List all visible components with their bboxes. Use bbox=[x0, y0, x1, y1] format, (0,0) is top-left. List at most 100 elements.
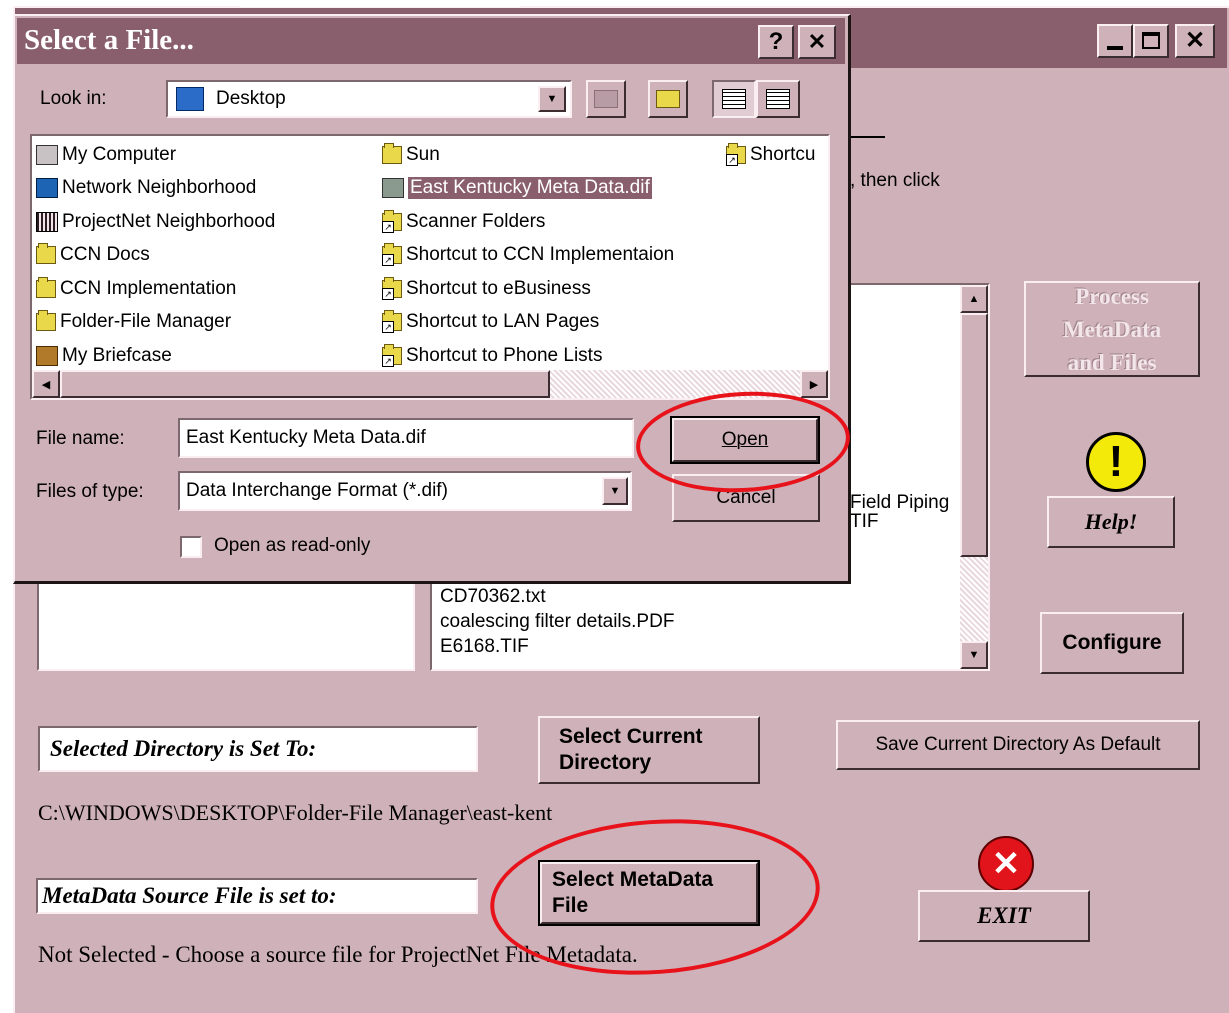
scroll-down-button[interactable]: ▼ bbox=[960, 641, 988, 669]
question-icon: ? bbox=[768, 28, 784, 55]
files-of-type-label: Files of type: bbox=[36, 481, 144, 502]
current-directory-path: C:\WINDOWS\DESKTOP\Folder-File Manager\e… bbox=[38, 800, 553, 825]
projectnet-icon bbox=[36, 212, 58, 232]
new-folder-button[interactable] bbox=[648, 80, 688, 118]
file-item-label: Scanner Folders bbox=[406, 211, 546, 232]
list-item[interactable]: E6168.TIF bbox=[440, 634, 674, 659]
horizontal-scrollbar[interactable]: ◀ ▶ bbox=[32, 370, 828, 398]
read-only-label: Open as read-only bbox=[214, 535, 371, 556]
configure-button-label: Configure bbox=[1062, 631, 1162, 654]
dialog-help-button[interactable]: ? bbox=[758, 25, 794, 59]
folder-shortcut-icon bbox=[726, 143, 746, 166]
main-close-button[interactable]: ✕ bbox=[1175, 24, 1215, 58]
save-default-directory-label: Save Current Directory As Default bbox=[875, 734, 1161, 755]
file-item-label: Shortcut to CCN Implementaion bbox=[406, 244, 675, 265]
up-one-level-button[interactable] bbox=[586, 80, 626, 118]
close-icon: ✕ bbox=[1184, 27, 1206, 54]
folder-shortcut-icon bbox=[382, 277, 402, 300]
folder-icon bbox=[36, 243, 56, 264]
look-in-dropdown[interactable]: Desktop ▼ bbox=[166, 80, 572, 118]
file-item-label: My Computer bbox=[62, 144, 177, 165]
file-item-label: Shortcut to Phone Lists bbox=[406, 345, 603, 366]
file-item-label: My Briefcase bbox=[62, 345, 172, 366]
arrow-up-icon: ▲ bbox=[968, 293, 980, 305]
list-scrollbar[interactable]: ▲ ▼ bbox=[960, 285, 988, 669]
scroll-left-button[interactable]: ◀ bbox=[32, 370, 60, 398]
list-items-bottom: CD70362.txt coalescing filter details.PD… bbox=[440, 584, 674, 659]
select-current-directory-button[interactable]: Select Current Directory bbox=[538, 716, 760, 784]
help-button-label: Help! bbox=[1084, 509, 1138, 534]
configure-button[interactable]: Configure bbox=[1040, 612, 1184, 674]
dialog-close-button[interactable]: ✕ bbox=[798, 25, 836, 59]
maximize-button[interactable] bbox=[1133, 24, 1169, 58]
process-button-label: Process MetaData and Files bbox=[1062, 283, 1162, 375]
scroll-thumb[interactable] bbox=[960, 313, 988, 557]
computer-icon bbox=[36, 145, 58, 165]
arrow-left-icon: ◀ bbox=[41, 378, 51, 391]
file-item[interactable]: Network Neighborhood bbox=[36, 173, 256, 203]
list-item[interactable]: CD70362.txt bbox=[440, 584, 674, 609]
dif-file-icon bbox=[382, 178, 404, 198]
arrow-down-icon: ▼ bbox=[968, 649, 980, 661]
help-button[interactable]: Help! bbox=[1047, 496, 1175, 548]
horizontal-scroll-thumb[interactable] bbox=[60, 370, 550, 398]
details-view-icon bbox=[766, 89, 790, 109]
help-warning-icon: ! bbox=[1086, 432, 1146, 492]
file-item[interactable]: Shortcut to Phone Lists bbox=[382, 341, 602, 371]
file-item-label: ProjectNet Neighborhood bbox=[62, 211, 276, 232]
save-default-directory-button[interactable]: Save Current Directory As Default bbox=[836, 720, 1200, 770]
desktop-strip bbox=[240, 0, 520, 7]
minimize-icon bbox=[1107, 46, 1123, 50]
dialog-file-list[interactable]: My Computer Network Neighborhood Project… bbox=[30, 134, 830, 400]
file-item[interactable]: My Computer bbox=[36, 140, 176, 170]
list-view-button[interactable] bbox=[712, 80, 756, 118]
list-item[interactable]: coalescing filter details.PDF bbox=[440, 609, 674, 634]
minimize-button[interactable] bbox=[1097, 24, 1133, 58]
look-in-label: Look in: bbox=[40, 88, 107, 109]
details-view-button[interactable] bbox=[756, 80, 800, 118]
new-folder-icon bbox=[656, 90, 680, 108]
folder-shortcut-icon bbox=[382, 210, 402, 233]
directory-tree-box[interactable] bbox=[37, 570, 415, 671]
file-item-label: Shortcut to LAN Pages bbox=[406, 311, 600, 332]
file-item[interactable]: Folder-File Manager bbox=[36, 307, 231, 337]
files-of-type-value: Data Interchange Format (*.dif) bbox=[186, 480, 448, 501]
file-item[interactable]: Scanner Folders bbox=[382, 207, 545, 237]
maximize-icon bbox=[1142, 32, 1160, 49]
process-metadata-button[interactable]: Process MetaData and Files bbox=[1024, 281, 1200, 377]
look-in-dropdown-button[interactable]: ▼ bbox=[538, 86, 566, 112]
separator-line bbox=[845, 136, 885, 138]
arrow-right-icon: ▶ bbox=[809, 378, 819, 391]
file-item[interactable]: Shortcut to eBusiness bbox=[382, 274, 591, 304]
folder-icon bbox=[36, 277, 56, 298]
file-item-selected[interactable]: East Kentucky Meta Data.dif bbox=[382, 173, 652, 203]
desktop-icon bbox=[176, 87, 204, 111]
file-item[interactable]: Shortcu bbox=[726, 140, 815, 170]
list-items-behind: Field Piping TIF bbox=[850, 490, 949, 534]
file-item[interactable]: Shortcut to CCN Implementaion bbox=[382, 240, 674, 270]
metadata-source-text: MetaData Source File is set to: bbox=[42, 883, 337, 908]
file-item[interactable]: Shortcut to LAN Pages bbox=[382, 307, 599, 337]
exit-button[interactable]: EXIT bbox=[918, 890, 1090, 942]
file-name-value: East Kentucky Meta Data.dif bbox=[186, 427, 426, 448]
file-item[interactable]: CCN Docs bbox=[36, 240, 150, 270]
scroll-right-button[interactable]: ▶ bbox=[800, 370, 828, 398]
files-of-type-dropdown[interactable]: Data Interchange Format (*.dif) ▼ bbox=[178, 471, 632, 511]
folder-shortcut-icon bbox=[382, 310, 402, 333]
file-item[interactable]: CCN Implementation bbox=[36, 274, 236, 304]
file-item[interactable]: My Briefcase bbox=[36, 341, 172, 371]
dialog-title: Select a File... bbox=[24, 24, 194, 56]
file-name-input[interactable]: East Kentucky Meta Data.dif bbox=[178, 418, 634, 458]
file-item[interactable]: Sun bbox=[382, 140, 440, 170]
exit-error-icon: ✕ bbox=[978, 836, 1034, 892]
file-item-label: CCN Implementation bbox=[60, 278, 237, 299]
scroll-up-button[interactable]: ▲ bbox=[960, 285, 988, 313]
instruction-fragment: , then click bbox=[850, 170, 940, 191]
file-item-label: Sun bbox=[406, 144, 440, 165]
file-item[interactable]: ProjectNet Neighborhood bbox=[36, 207, 275, 237]
file-item-label: Shortcut to eBusiness bbox=[406, 278, 591, 299]
file-name-label: File name: bbox=[36, 428, 125, 449]
read-only-checkbox[interactable] bbox=[180, 536, 202, 558]
files-of-type-dropdown-button[interactable]: ▼ bbox=[602, 477, 628, 505]
briefcase-icon bbox=[36, 346, 58, 366]
